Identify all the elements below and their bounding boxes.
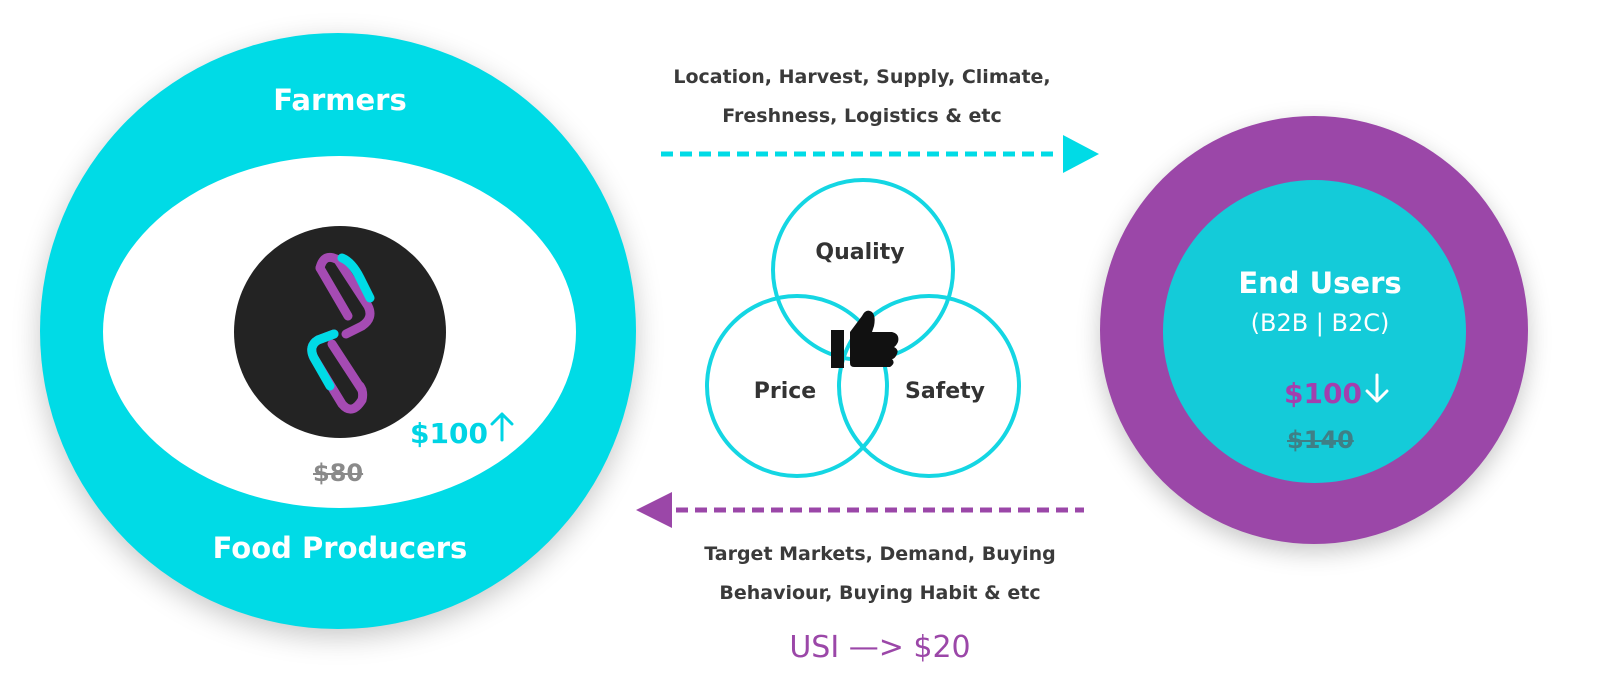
farmers-label: Farmers bbox=[273, 83, 407, 117]
thumbs-up-icon bbox=[831, 310, 899, 368]
producer-data-text: Location, Harvest, Supply, Climate, Fres… bbox=[640, 58, 1084, 136]
producer-data-line-2: Freshness, Logistics & etc bbox=[722, 105, 1002, 127]
consumer-data-line-1: Target Markets, Demand, Buying bbox=[704, 543, 1056, 565]
end-users-label: End Users bbox=[1238, 266, 1402, 300]
producer-price-old: $80 bbox=[313, 459, 364, 487]
consumer-data-line-2: Behaviour, Buying Habit & etc bbox=[719, 582, 1041, 604]
venn-label-price: Price bbox=[753, 379, 817, 404]
arrow-down-icon bbox=[1365, 373, 1389, 403]
usi-label: USI —> $20 bbox=[789, 630, 971, 665]
venn-label-safety: Safety bbox=[904, 379, 986, 404]
producer-price-new: $100 bbox=[410, 417, 488, 450]
arrow-left-icon bbox=[636, 492, 1084, 528]
logo-mark-icon bbox=[307, 252, 375, 414]
food-producers-label: Food Producers bbox=[212, 531, 468, 565]
producer-data-line-1: Location, Harvest, Supply, Climate, bbox=[673, 66, 1051, 88]
end-users-subtitle: (B2B | B2C) bbox=[1250, 309, 1390, 337]
arrow-up-icon bbox=[490, 412, 514, 442]
consumer-price-old: $140 bbox=[1287, 426, 1354, 454]
arrow-right-icon bbox=[661, 135, 1099, 173]
consumer-data-text: Target Markets, Demand, Buying Behaviour… bbox=[650, 535, 1110, 613]
consumer-price-new: $100 bbox=[1284, 377, 1362, 410]
venn-label-quality: Quality bbox=[815, 240, 905, 265]
